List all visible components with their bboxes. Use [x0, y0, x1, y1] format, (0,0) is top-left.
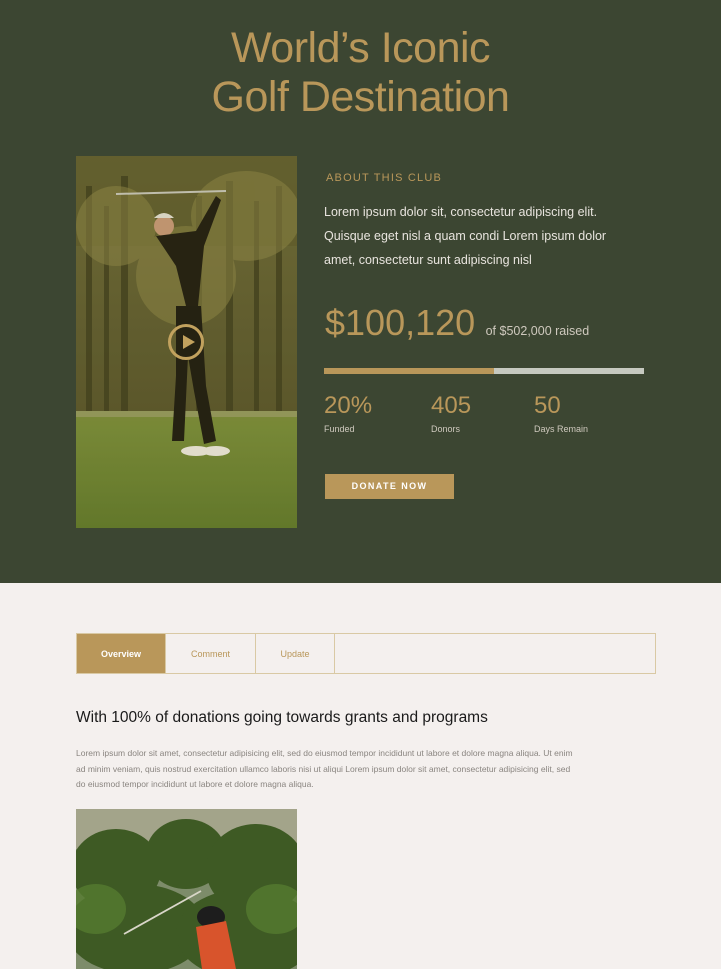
hero-section: World’s Iconic Golf Destination ABOUT TH… [0, 0, 721, 583]
tabs-spacer [335, 634, 655, 673]
funding-progress-fill [324, 368, 494, 374]
play-icon[interactable] [168, 324, 204, 360]
hero-title-line1: World’s Iconic [230, 24, 491, 72]
golfer-photo-secondary [76, 809, 297, 969]
stat-value: 405 [431, 392, 472, 419]
raised-amount: $100,120 [325, 302, 476, 343]
raised-amount-block: $100,120 of $502,000 raised [325, 302, 589, 344]
hero-title-line2: Golf Destination [211, 73, 510, 121]
raised-goal: of $502,000 raised [485, 324, 590, 338]
hero-title: World’s Iconic Golf Destination [0, 24, 721, 122]
golfer-video-thumbnail[interactable] [76, 156, 297, 528]
stat-label: Funded [324, 424, 355, 434]
stat-funded: 20% Funded [324, 392, 372, 434]
stat-label: Days Remain [534, 424, 589, 434]
about-label: ABOUT THIS CLUB [326, 172, 443, 184]
content-tabs: Overview Comment Update [76, 633, 656, 674]
stat-label: Donors [431, 424, 461, 434]
golfer-swing-photo [76, 809, 297, 969]
donate-now-button[interactable]: DONATE NOW [325, 474, 454, 499]
tab-overview[interactable]: Overview [77, 634, 166, 673]
section-body: Lorem ipsum dolor sit amet, consectetur … [76, 748, 573, 789]
stat-value: 20% [324, 392, 373, 419]
tab-update[interactable]: Update [256, 634, 335, 673]
section-heading: With 100% of donations going towards gra… [76, 709, 488, 726]
tab-comment[interactable]: Comment [166, 634, 256, 673]
stat-days-remain: 50 Days Remain [534, 392, 588, 434]
stat-value: 50 [534, 392, 561, 419]
about-text: Lorem ipsum dolor sit, consectetur adipi… [324, 205, 607, 267]
funding-progress-bar [324, 368, 644, 374]
stat-donors: 405 Donors [431, 392, 471, 434]
